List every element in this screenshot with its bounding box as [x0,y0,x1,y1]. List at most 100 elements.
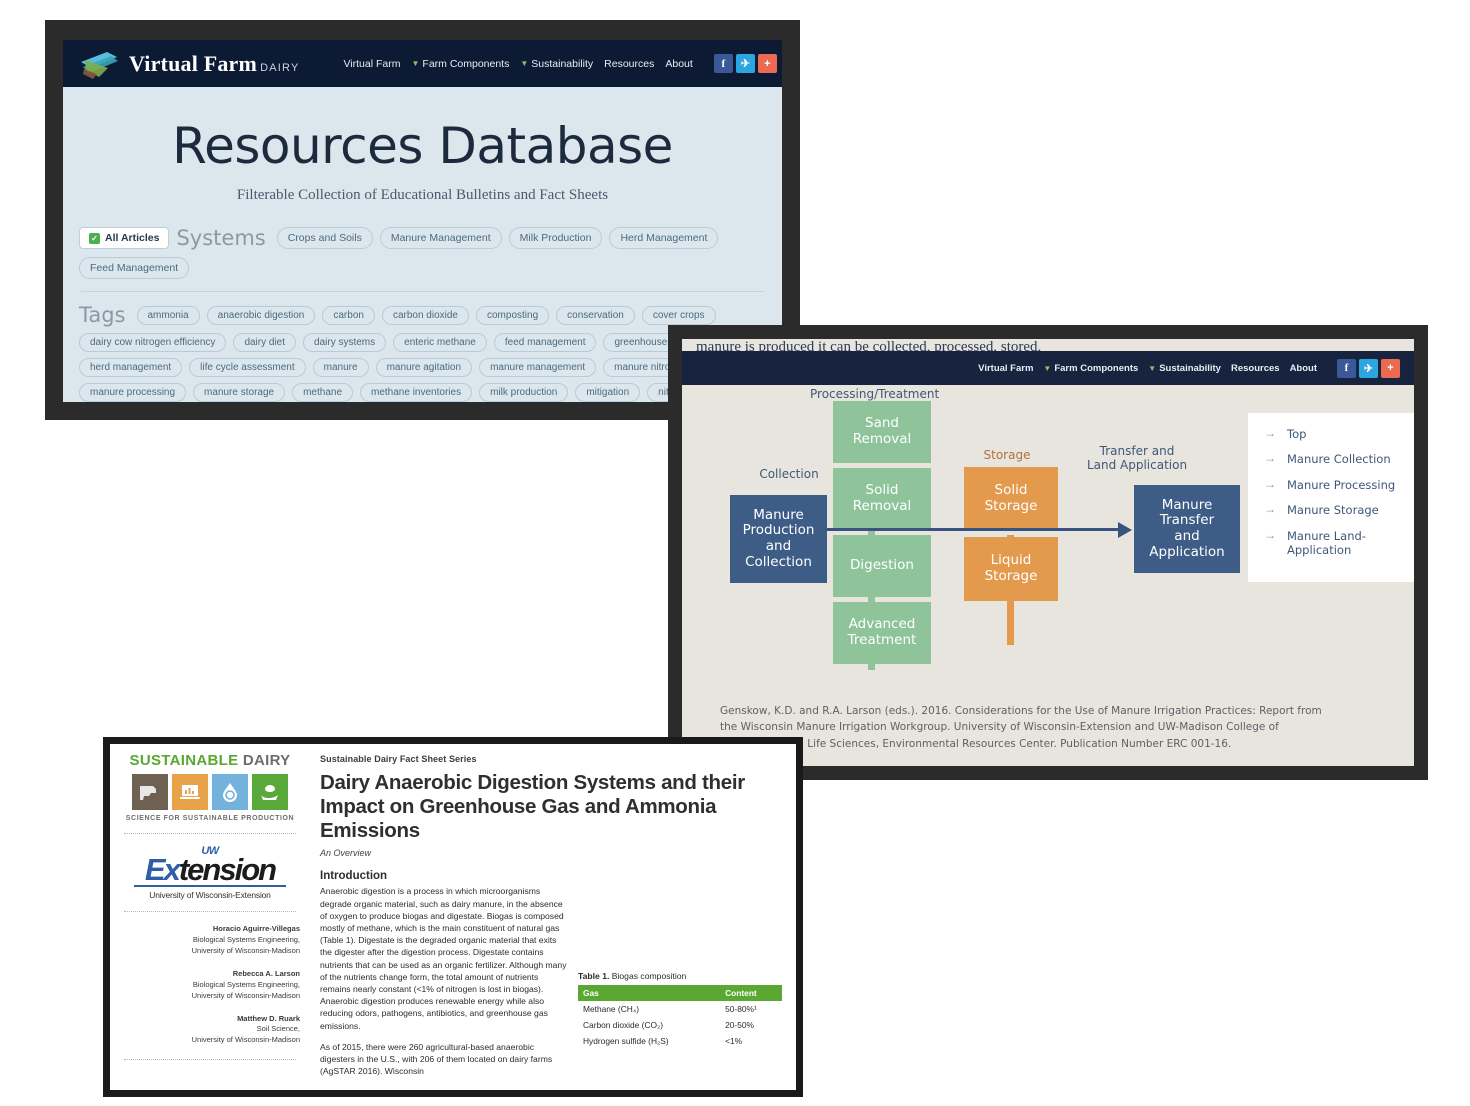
author-block-2: Rebecca A. Larson Biological Systems Eng… [120,969,300,1002]
nav-item-resources[interactable]: Resources [1231,363,1280,374]
box-manure-transfer-application[interactable]: Manure Transfer and Application [1134,485,1240,573]
extension-tension: tension [178,852,277,887]
sidebar-divider-2 [124,911,296,913]
site-brand[interactable]: Virtual Farm DAIRY [77,48,299,80]
tag-chip[interactable]: manure [312,358,369,377]
jump-link-top[interactable]: → Top [1264,426,1414,441]
table-row: Hydrogen sulfide (H₂S) <1% [578,1033,782,1049]
tag-chip[interactable]: dairy cow nitrogen efficiency [79,333,227,352]
jump-link-manure-processing[interactable]: → Manure Processing [1264,477,1414,492]
nav-item-about[interactable]: About [1290,363,1317,374]
system-filter-chip[interactable]: Manure Management [379,227,502,249]
author-dept: Biological Systems Engineering, [192,979,300,989]
nav-item-farm-components[interactable]: ▼ Farm Components [1043,363,1138,374]
tag-chip[interactable]: cover crops [641,305,716,325]
nav-item-about[interactable]: About [665,58,692,70]
tag-chip[interactable]: composting [476,305,550,325]
system-filter-chip[interactable]: Feed Management [79,257,190,279]
tags-filter-row: Tags ammonia anaerobic digestion carbon … [79,303,766,402]
stage-label-storage: Storage [983,448,1031,462]
table-row: Carbon dioxide (CO₂) 20-50% [578,1017,782,1033]
jump-link-manure-storage[interactable]: → Manure Storage [1264,502,1414,518]
nav-label: About [665,57,693,70]
twitter-icon[interactable]: ✈ [1359,358,1378,378]
nav-label: Farm Components [1054,362,1139,374]
google-plus-icon[interactable]: + [757,54,777,73]
water-drop-recycle-icon [212,774,248,810]
tag-chip[interactable]: dairy systems [303,333,387,352]
jump-link-manure-collection[interactable]: → Manure Collection [1264,452,1414,467]
arrow-right-icon: → [1264,502,1276,517]
tag-chip[interactable]: ammonia [136,305,200,325]
table-cell-content: 50-80%¹ [725,1004,757,1015]
arrow-right-icon: → [1264,527,1276,542]
tag-chip[interactable]: anaerobic digestion [206,305,316,325]
tag-chip[interactable]: mitigation [575,383,641,402]
jump-link-label: Manure Storage [1287,503,1379,518]
extension-ex: Ex [144,852,181,887]
author-name: Rebecca A. Larson [232,968,300,978]
table-caption-text: Biogas composition [609,971,687,982]
document-title: Dairy Anaerobic Digestion Systems and th… [320,771,745,842]
document-section-heading: Introduction [320,870,388,883]
google-plus-icon[interactable]: + [1381,358,1400,378]
nav-item-resources[interactable]: Resources [604,58,654,70]
facebook-icon[interactable]: f [713,54,733,73]
tag-chip[interactable]: herd management [79,358,183,377]
twitter-icon[interactable]: ✈ [735,54,755,73]
chart-monitor-icon [172,774,208,810]
all-articles-toggle[interactable]: ✓ All Articles [79,227,170,249]
system-filter-chip[interactable]: Herd Management [609,227,719,249]
box-advanced-treatment[interactable]: Advanced Treatment [833,602,931,664]
nav-item-sustainability[interactable]: ▼ Sustainability [520,58,593,70]
manure-diagram-window: manure is produced it can be collected, … [668,325,1428,780]
box-solid-storage[interactable]: Solid Storage [964,467,1058,531]
tag-chip[interactable]: conservation [556,305,635,325]
author-inst: University of Wisconsin-Madison [191,990,300,1000]
checkbox-checked-icon: ✓ [89,232,100,244]
tag-chip[interactable]: manure agitation [375,358,473,377]
page-hero: Resources Database Filterable Collection… [63,87,782,210]
table-header-row: Gas Content [578,985,782,1002]
system-filter-chip[interactable]: Crops and Soils [276,227,373,249]
author-block-1: Horacio Aguirre-Villegas Biological Syst… [120,924,300,957]
nav-item-sustainability[interactable]: ▼ Sustainability [1148,363,1221,374]
document-paragraph-1: Anaerobic digestion is a process in whic… [320,886,567,1031]
box-digestion[interactable]: Digestion [833,535,931,597]
nav-item-virtual-farm[interactable]: Virtual Farm [343,58,400,70]
tag-chip[interactable]: enteric methane [393,333,487,352]
tag-chip[interactable]: dairy diet [233,333,297,352]
brand-name: Virtual Farm [129,50,258,76]
chevron-down-icon: ▼ [1148,363,1157,373]
jump-link-label: Manure Land-Application [1287,528,1366,557]
tag-chip[interactable]: milk production [479,383,569,402]
tag-chip[interactable]: manure storage [193,383,286,402]
tag-chip[interactable]: life cycle assessment [189,358,306,377]
box-liquid-storage[interactable]: Liquid Storage [964,537,1058,601]
facebook-icon[interactable]: f [1337,358,1356,378]
system-filter-chip[interactable]: Milk Production [508,227,603,249]
tag-chip[interactable]: manure management [479,358,597,377]
nav-label: Sustainability [531,57,594,70]
table-row: Methane (CH₄) 50-80%¹ [578,1001,782,1017]
table-caption-label: Table 1. [578,971,610,982]
nav-label: Virtual Farm [343,57,401,70]
jump-link-manure-land-application[interactable]: → Manure Land-Application [1264,527,1414,558]
box-sand-removal[interactable]: Sand Removal [833,401,931,463]
site-navbar: Virtual Farm DAIRY Virtual Farm ▼ Farm Com… [63,40,782,87]
nav-label: Farm Components [422,57,510,70]
tag-chip[interactable]: feed management [493,333,597,352]
flow-arrow-line [827,528,1119,531]
social-links: f ✈ + [1337,358,1400,378]
nav-item-virtual-farm[interactable]: Virtual Farm [978,363,1033,374]
tag-chip[interactable]: carbon [322,305,375,325]
box-solid-removal[interactable]: Solid Removal [833,468,931,530]
tag-chip[interactable]: methane [292,383,354,402]
sidebar-divider [124,833,296,834]
systems-label: Systems [176,226,266,250]
tag-chip[interactable]: carbon dioxide [381,305,469,325]
tag-chip[interactable]: methane inventories [360,383,473,402]
tag-chip[interactable]: manure processing [79,383,187,402]
box-manure-production-collection[interactable]: Manure Production and Collection [730,495,827,583]
nav-item-farm-components[interactable]: ▼ Farm Components [411,58,509,70]
